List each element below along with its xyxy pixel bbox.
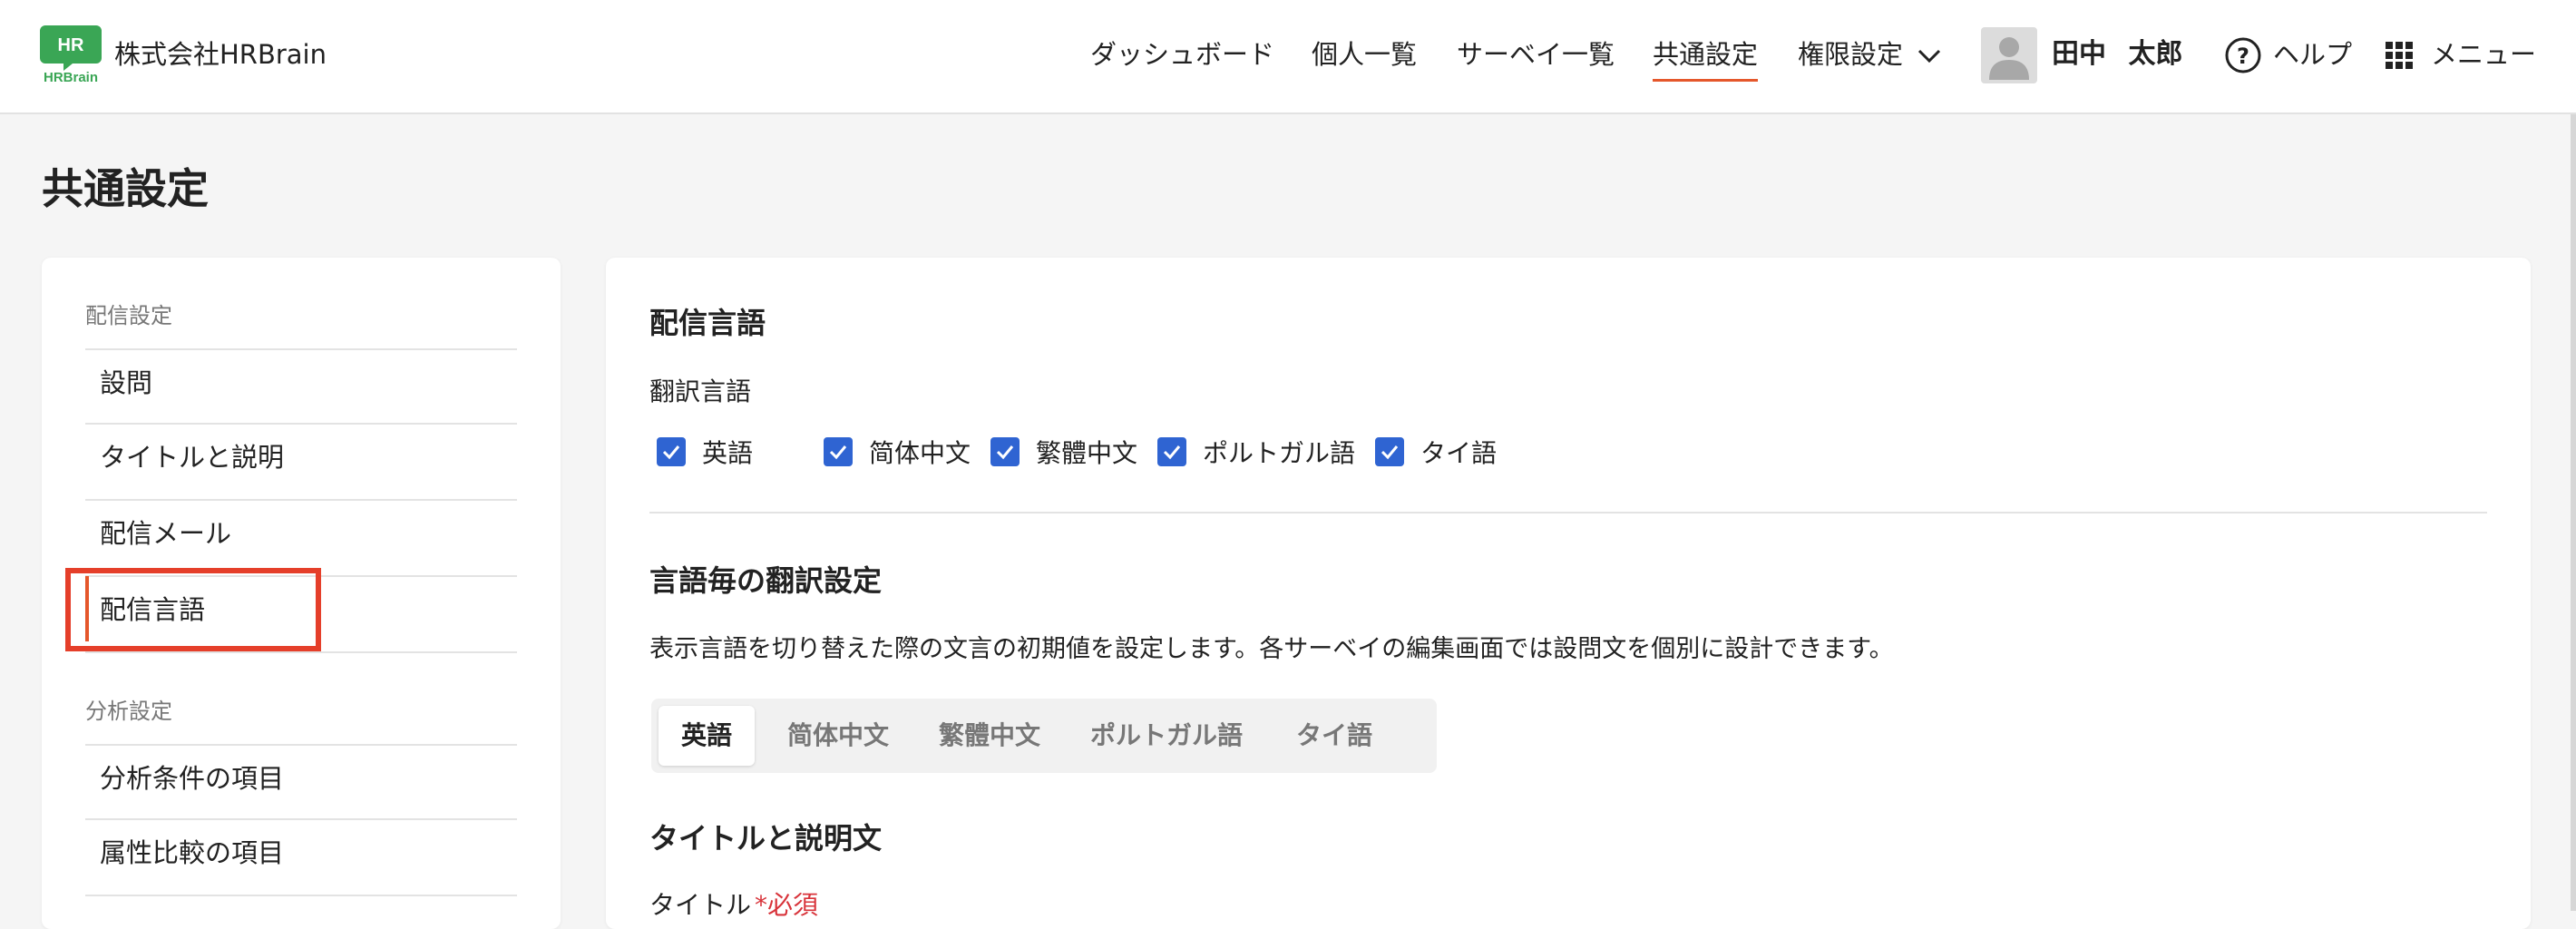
checkbox-english[interactable]: 英語: [657, 434, 753, 470]
checkbox-thai[interactable]: タイ語: [1375, 434, 1497, 470]
sidebar-divider: [85, 499, 517, 501]
help-link[interactable]: ヘルプ: [2273, 34, 2352, 74]
logo-brand-text: HRBrain: [44, 70, 98, 83]
checkbox-traditional-chinese[interactable]: 繁體中文: [990, 434, 1137, 470]
main-settings-card: 配信言語 翻訳言語 英語 简体中文 繁體中文 ポルトガル語 タイ語 言語毎の翻訳…: [606, 258, 2531, 929]
section-title-title-description: タイトルと説明文: [649, 821, 883, 856]
user-silhouette-icon: [1989, 37, 2029, 80]
sidebar-item-delivery-mail[interactable]: 配信メール: [100, 515, 231, 552]
sidebar-divider: [85, 651, 517, 653]
checkbox-simplified-chinese[interactable]: 简体中文: [824, 434, 971, 470]
tab-portuguese[interactable]: ポルトガル語: [1065, 706, 1268, 766]
tab-english[interactable]: 英語: [659, 706, 755, 766]
sidebar-section-analysis: 分析設定: [85, 699, 172, 724]
sidebar-divider: [85, 744, 517, 746]
sidebar-section-delivery: 配信設定: [85, 303, 172, 328]
sidebar-item-title-description[interactable]: タイトルと説明: [100, 439, 284, 475]
sidebar-item-analysis-conditions[interactable]: 分析条件の項目: [100, 760, 284, 797]
avatar[interactable]: [1981, 27, 2037, 83]
grid-menu-icon[interactable]: [2384, 40, 2415, 71]
tab-traditional-chinese[interactable]: 繁體中文: [914, 706, 1065, 766]
sidebar-divider: [85, 895, 517, 896]
nav-individual-list[interactable]: 個人一覧: [1312, 34, 1417, 74]
title-field-label: タイトル *必須: [649, 887, 818, 924]
translation-settings-description: 表示言語を切り替えた際の文言の初期値を設定します。各サーベイの編集画面では設問文…: [649, 635, 1894, 663]
section-divider: [649, 512, 2487, 513]
hrbrain-logo-icon[interactable]: HR HRBrain: [40, 22, 102, 83]
section-title-translation-settings: 言語毎の翻訳設定: [649, 563, 883, 598]
chevron-down-icon[interactable]: [1914, 40, 1945, 71]
nav-survey-list[interactable]: サーベイ一覧: [1457, 34, 1615, 74]
nav-dashboard[interactable]: ダッシュボード: [1090, 34, 1274, 74]
sidebar-item-attribute-comparison[interactable]: 属性比較の項目: [100, 835, 284, 871]
checkbox-checked-icon[interactable]: [1157, 437, 1186, 466]
user-name[interactable]: 田中 太郎: [2052, 34, 2182, 74]
company-name: 株式会社HRBrain: [114, 39, 327, 70]
checkbox-portuguese[interactable]: ポルトガル語: [1157, 434, 1355, 470]
logo-mark-text: HR: [58, 35, 84, 55]
checkbox-checked-icon[interactable]: [657, 437, 686, 466]
tab-thai[interactable]: タイ語: [1268, 706, 1400, 766]
nav-permission-settings[interactable]: 権限設定: [1798, 34, 1903, 74]
help-icon[interactable]: ?: [2224, 36, 2262, 74]
checkbox-label: ポルトガル語: [1203, 438, 1356, 468]
checkbox-checked-icon[interactable]: [824, 437, 853, 466]
page-title: 共通設定: [42, 164, 209, 213]
highlight-annotation-box: [65, 568, 321, 651]
checkbox-label: 繁體中文: [1036, 438, 1138, 468]
sidebar-divider: [85, 423, 517, 425]
settings-sidebar: 配信設定 設問 タイトルと説明 配信メール 配信言語 分析設定 分析条件の項目 …: [42, 258, 561, 929]
title-label-text: タイトル: [649, 890, 752, 920]
sidebar-divider: [85, 348, 517, 350]
menu-link[interactable]: メニュー: [2431, 34, 2536, 74]
checkbox-checked-icon[interactable]: [1375, 437, 1404, 466]
checkbox-label: 简体中文: [869, 438, 971, 468]
nav-common-settings[interactable]: 共通設定: [1653, 34, 1759, 82]
page-scrollbar[interactable]: [2571, 114, 2576, 911]
required-badge: *必須: [755, 890, 819, 920]
sidebar-item-questions[interactable]: 設問: [100, 365, 152, 401]
checkbox-label: タイ語: [1420, 438, 1498, 468]
app-header: HR HRBrain 株式会社HRBrain ダッシュボード 個人一覧 サーベイ…: [0, 0, 2576, 114]
section-title-delivery-language: 配信言語: [649, 306, 766, 340]
translation-language-label: 翻訳言語: [649, 376, 752, 406]
checkbox-label: 英語: [702, 438, 754, 468]
checkbox-checked-icon[interactable]: [990, 437, 1020, 466]
language-tabs: 英語 简体中文 繁體中文 ポルトガル語 タイ語: [651, 699, 1437, 773]
tab-simplified-chinese[interactable]: 简体中文: [762, 706, 914, 766]
svg-text:?: ?: [2237, 44, 2249, 69]
sidebar-divider: [85, 818, 517, 820]
